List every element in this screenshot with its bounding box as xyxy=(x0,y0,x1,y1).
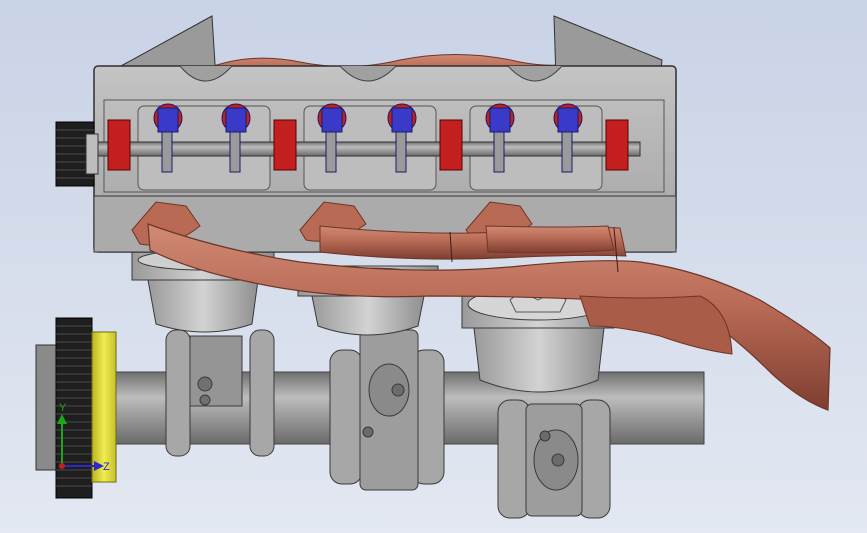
head-bolt[interactable] xyxy=(107,119,131,171)
triad-y-label: Y xyxy=(59,402,67,414)
cam-pulley[interactable] xyxy=(55,121,99,187)
triad-z-label: Z xyxy=(103,461,110,473)
engine-model-view[interactable]: Y Z xyxy=(0,0,867,533)
graphics-viewport[interactable]: Y Z xyxy=(0,0,867,533)
head-bolt[interactable] xyxy=(273,119,297,171)
head-bolt[interactable] xyxy=(439,119,463,171)
head-bolt[interactable] xyxy=(605,119,629,171)
connecting-rod-3[interactable] xyxy=(497,399,611,519)
camshaft[interactable] xyxy=(95,141,641,157)
connecting-rod-2[interactable] xyxy=(329,329,445,491)
